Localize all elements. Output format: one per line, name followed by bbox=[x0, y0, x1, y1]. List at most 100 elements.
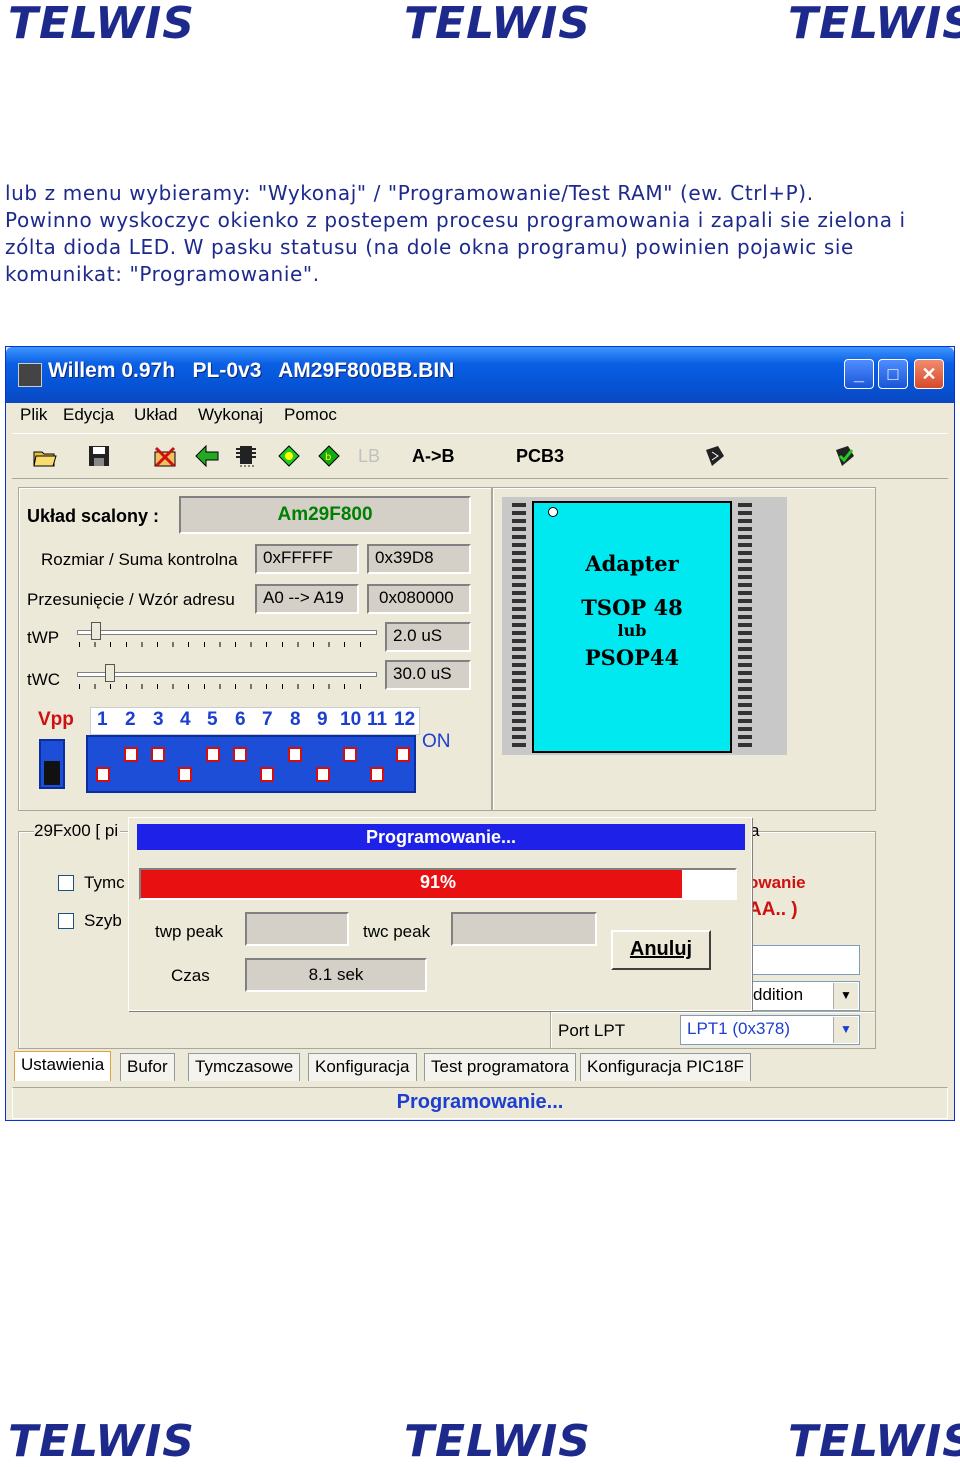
pin1-dot bbox=[548, 507, 558, 517]
options-group-label: 29Fx00 [ pi bbox=[34, 821, 121, 841]
size-field: 0xFFFFF bbox=[255, 544, 359, 574]
dip-number: 8 bbox=[290, 709, 301, 730]
menu-pomoc[interactable]: Pomoc bbox=[284, 405, 337, 425]
dip-switch[interactable] bbox=[233, 747, 247, 762]
checksum-field: 0x39D8 bbox=[367, 544, 471, 574]
chip-diagram: Adapter TSOP 48 lub PSOP44 bbox=[532, 501, 732, 753]
dialog-title: Programowanie... bbox=[137, 824, 745, 850]
dip-switch[interactable] bbox=[96, 767, 110, 782]
settings-icon[interactable] bbox=[832, 444, 858, 468]
ab-tool[interactable]: A->B bbox=[412, 446, 455, 467]
twc-label: tWC bbox=[27, 670, 61, 689]
port-combo[interactable]: LPT1 (0x378) ▼ bbox=[680, 1015, 860, 1045]
tab-bufor[interactable]: Bufor bbox=[120, 1053, 175, 1081]
adapter-package-alt: PSOP44 bbox=[584, 645, 680, 670]
dip-switch[interactable] bbox=[370, 767, 384, 782]
tab-konfiguracja[interactable]: Konfiguracja bbox=[308, 1053, 417, 1081]
pcb3-tool[interactable]: PCB3 bbox=[516, 446, 564, 467]
dip-switch[interactable] bbox=[178, 767, 192, 782]
dip-numbers: 1 2 3 4 5 6 7 8 9 10 11 12 bbox=[90, 707, 420, 735]
tymczasowe-checkbox[interactable] bbox=[58, 875, 74, 891]
erase-icon[interactable] bbox=[152, 444, 178, 468]
adapter-or: lub bbox=[617, 621, 647, 640]
cancel-button[interactable]: Anuluj bbox=[611, 930, 711, 970]
intro-paragraph: lub z menu wybieramy: "Wykonaj" / "Progr… bbox=[5, 180, 955, 288]
dip-switch[interactable] bbox=[396, 747, 410, 762]
chip-icon[interactable] bbox=[234, 444, 260, 468]
twp-label: tWP bbox=[27, 628, 60, 647]
tab-tymczasowe[interactable]: Tymczasowe bbox=[188, 1053, 301, 1081]
title-bar[interactable]: Willem 0.97h PL-0v3 AM29F800BB.BIN _ □ ✕ bbox=[6, 347, 954, 403]
dip-switch[interactable] bbox=[288, 747, 302, 762]
chevron-down-icon[interactable]: ▼ bbox=[833, 983, 858, 1009]
vpp-switch[interactable] bbox=[39, 739, 65, 789]
partial-red-label: owanie bbox=[748, 873, 806, 892]
lb-tool[interactable]: LB bbox=[358, 446, 380, 467]
svg-text:b: b bbox=[325, 452, 331, 463]
intro-line: komunikat: "Programowanie". bbox=[5, 262, 320, 286]
twp-peak-label: twp peak bbox=[155, 922, 224, 941]
menu-plik[interactable]: Plik bbox=[20, 405, 47, 425]
brand-logo: TELWIS bbox=[8, 0, 195, 49]
close-icon[interactable]: ✕ bbox=[914, 359, 944, 389]
brand-logo: TELWIS bbox=[404, 0, 591, 49]
twc-value: 30.0 uS bbox=[385, 660, 471, 690]
brand-logo: TELWIS bbox=[788, 0, 960, 49]
tab-konfiguracja-pic18f[interactable]: Konfiguracja PIC18F bbox=[580, 1053, 751, 1081]
twc-slider-thumb[interactable] bbox=[105, 664, 115, 682]
menu-wykonaj[interactable]: Wykonaj bbox=[198, 405, 263, 425]
vpp-label: Vpp bbox=[38, 709, 74, 730]
read-icon[interactable] bbox=[194, 444, 220, 468]
twc-slider[interactable] bbox=[77, 664, 377, 689]
open-icon[interactable] bbox=[32, 444, 58, 468]
twp-slider-thumb[interactable] bbox=[91, 622, 101, 640]
partial-red-label: AA.. ) bbox=[748, 899, 798, 920]
offset-field: A0 --> A19 bbox=[255, 584, 359, 614]
menu-uklad[interactable]: Układ bbox=[134, 405, 177, 425]
blank-check-icon[interactable]: b bbox=[316, 444, 342, 468]
dip-switch[interactable] bbox=[151, 747, 165, 762]
port-combo-value: LPT1 (0x378) bbox=[687, 1019, 790, 1038]
dip-switch[interactable] bbox=[316, 767, 330, 782]
addition-combo[interactable]: ddition ▼ bbox=[746, 981, 860, 1011]
dip-switch[interactable] bbox=[343, 747, 357, 762]
willem-window: Willem 0.97h PL-0v3 AM29F800BB.BIN _ □ ✕… bbox=[5, 346, 955, 1121]
tab-ustawienia[interactable]: Ustawienia bbox=[14, 1051, 112, 1081]
minimize-icon[interactable]: _ bbox=[844, 359, 874, 389]
adapter-label: Adapter bbox=[585, 551, 679, 576]
brand-logo: TELWIS bbox=[788, 1416, 960, 1467]
twp-slider[interactable] bbox=[77, 622, 377, 647]
dip-switch-block bbox=[86, 735, 416, 793]
tab-test-programatora[interactable]: Test programatora bbox=[424, 1053, 576, 1081]
verify-icon[interactable] bbox=[276, 444, 302, 468]
dip-switch[interactable] bbox=[206, 747, 220, 762]
dip-number: 10 bbox=[340, 709, 362, 730]
program-icon[interactable] bbox=[702, 444, 728, 468]
szybki-checkbox[interactable] bbox=[58, 913, 74, 929]
intro-line: zólta dioda LED. W pasku statusu (na dol… bbox=[5, 235, 854, 259]
toolbar: b LB A->B PCB3 bbox=[12, 433, 948, 479]
time-field: 8.1 sek bbox=[245, 958, 427, 992]
dip-switch[interactable] bbox=[260, 767, 274, 782]
dip-number: 4 bbox=[180, 709, 191, 730]
dip-number: 9 bbox=[317, 709, 328, 730]
text-field[interactable] bbox=[746, 945, 860, 975]
adapter-image: Adapter TSOP 48 lub PSOP44 bbox=[502, 497, 787, 755]
twc-peak-field bbox=[451, 912, 597, 946]
menu-bar: Plik Edycja Układ Wykonaj Pomoc bbox=[6, 403, 954, 431]
maximize-icon[interactable]: □ bbox=[878, 359, 908, 389]
time-label: Czas bbox=[171, 966, 210, 985]
twc-peak-label: twc peak bbox=[363, 922, 431, 941]
adapter-package: TSOP 48 bbox=[581, 595, 683, 620]
brand-logo: TELWIS bbox=[404, 1416, 591, 1467]
intro-line: lub z menu wybieramy: "Wykonaj" / "Progr… bbox=[5, 181, 814, 205]
size-label: Rozmiar / Suma kontrolna bbox=[41, 550, 238, 569]
app-icon bbox=[18, 363, 42, 387]
dip-number: 11 bbox=[367, 709, 388, 730]
menu-edycja[interactable]: Edycja bbox=[63, 405, 114, 425]
dip-number: 5 bbox=[207, 709, 218, 730]
save-icon[interactable] bbox=[86, 444, 112, 468]
dip-switch[interactable] bbox=[124, 747, 138, 762]
dip-number: 1 bbox=[97, 709, 108, 730]
chevron-down-icon[interactable]: ▼ bbox=[833, 1017, 858, 1043]
